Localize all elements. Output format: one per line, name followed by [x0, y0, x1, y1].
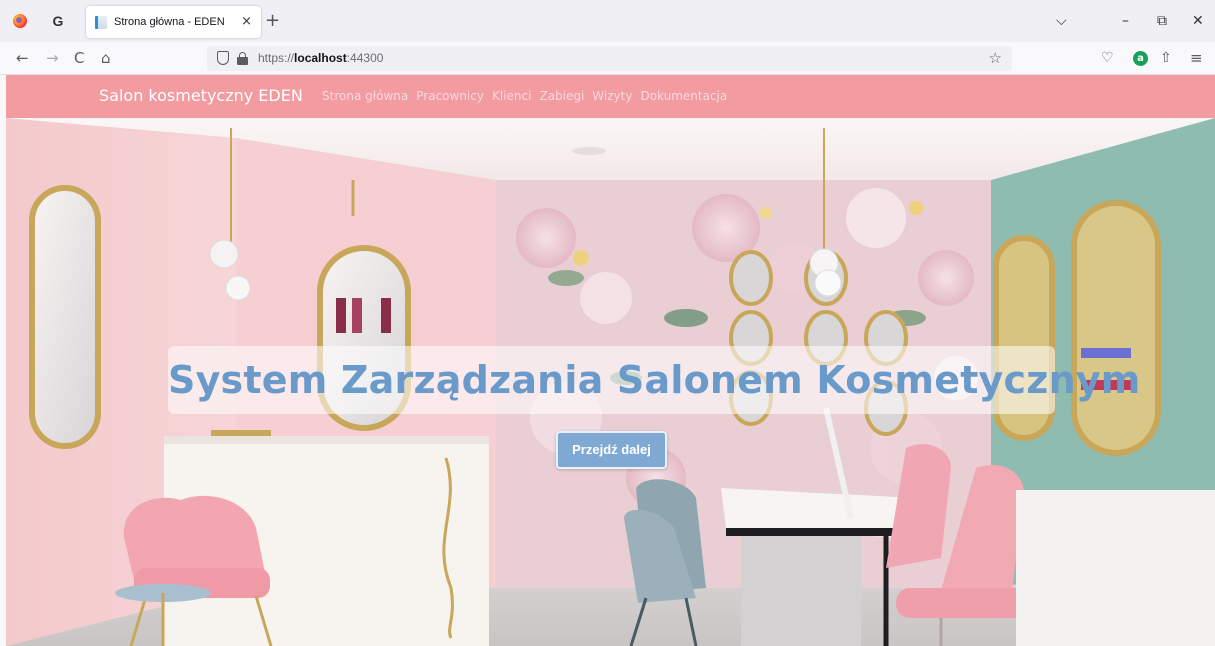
firefox-view-icon[interactable]	[12, 13, 28, 29]
browser-tab-active[interactable]: Strona główna - EDEN ×	[86, 6, 261, 38]
nav-link-clients[interactable]: Klienci	[492, 89, 531, 103]
tracking-protection-shield-icon[interactable]	[217, 51, 229, 65]
tab-title: Strona główna - EDEN	[114, 16, 225, 28]
browser-nav-toolbar: ← → C ⌂ https://localhost:44300 ☆ ♡ a ⇧ …	[0, 42, 1215, 75]
site-nav-links: Strona główna Pracownicy Klienci Zabiegi…	[322, 89, 727, 103]
site-navbar: Salon kosmetyczny EDEN Strona główna Pra…	[6, 75, 1215, 118]
page-favicon-icon	[95, 15, 107, 29]
url-text[interactable]: https://localhost:44300	[258, 51, 383, 65]
back-icon[interactable]: ←	[16, 49, 29, 67]
nav-link-employees[interactable]: Pracownicy	[416, 89, 484, 103]
nav-link-home[interactable]: Strona główna	[322, 89, 408, 103]
tab-close-icon[interactable]: ×	[241, 14, 252, 30]
lock-icon[interactable]	[237, 52, 248, 65]
app-menu-icon[interactable]: ≡	[1190, 49, 1203, 67]
close-window-button[interactable]: ✕	[1192, 12, 1204, 30]
website-viewport: Salon kosmetyczny EDEN Strona główna Pra…	[6, 75, 1215, 646]
extensions-icon[interactable]: ⇧	[1160, 49, 1172, 67]
reload-icon[interactable]: C	[74, 49, 84, 67]
ublock-extension-icon[interactable]: a	[1133, 51, 1148, 66]
nav-link-treatments[interactable]: Zabiegi	[539, 89, 584, 103]
forward-icon[interactable]: →	[46, 49, 59, 67]
minimize-window-button[interactable]: –	[1122, 12, 1129, 30]
restore-window-button[interactable]: ⧉	[1157, 12, 1167, 30]
bookmark-star-icon[interactable]: ☆	[989, 49, 1002, 67]
list-tabs-icon[interactable]: ⌵	[1056, 12, 1067, 30]
home-icon[interactable]: ⌂	[101, 49, 111, 67]
nav-link-appointments[interactable]: Wizyty	[592, 89, 632, 103]
google-tab-icon[interactable]: G	[50, 13, 66, 29]
new-tab-button[interactable]: +	[265, 12, 280, 30]
site-brand-link[interactable]: Salon kosmetyczny EDEN	[99, 86, 303, 105]
pocket-icon[interactable]: ♡	[1101, 49, 1114, 67]
continue-button[interactable]: Przejdź dalej	[556, 431, 667, 469]
nav-link-documentation[interactable]: Dokumentacja	[640, 89, 727, 103]
url-bar[interactable]: https://localhost:44300 ☆	[207, 46, 1012, 71]
hero-headline: System Zarządzania Salonem Kosmetycznym	[168, 358, 1141, 402]
hero-section: System Zarządzania Salonem Kosmetycznym …	[6, 118, 1215, 646]
headline-backdrop: System Zarządzania Salonem Kosmetycznym	[168, 346, 1141, 414]
browser-tab-bar: G Strona główna - EDEN × + ⌵ – ⧉ ✕	[0, 0, 1215, 42]
